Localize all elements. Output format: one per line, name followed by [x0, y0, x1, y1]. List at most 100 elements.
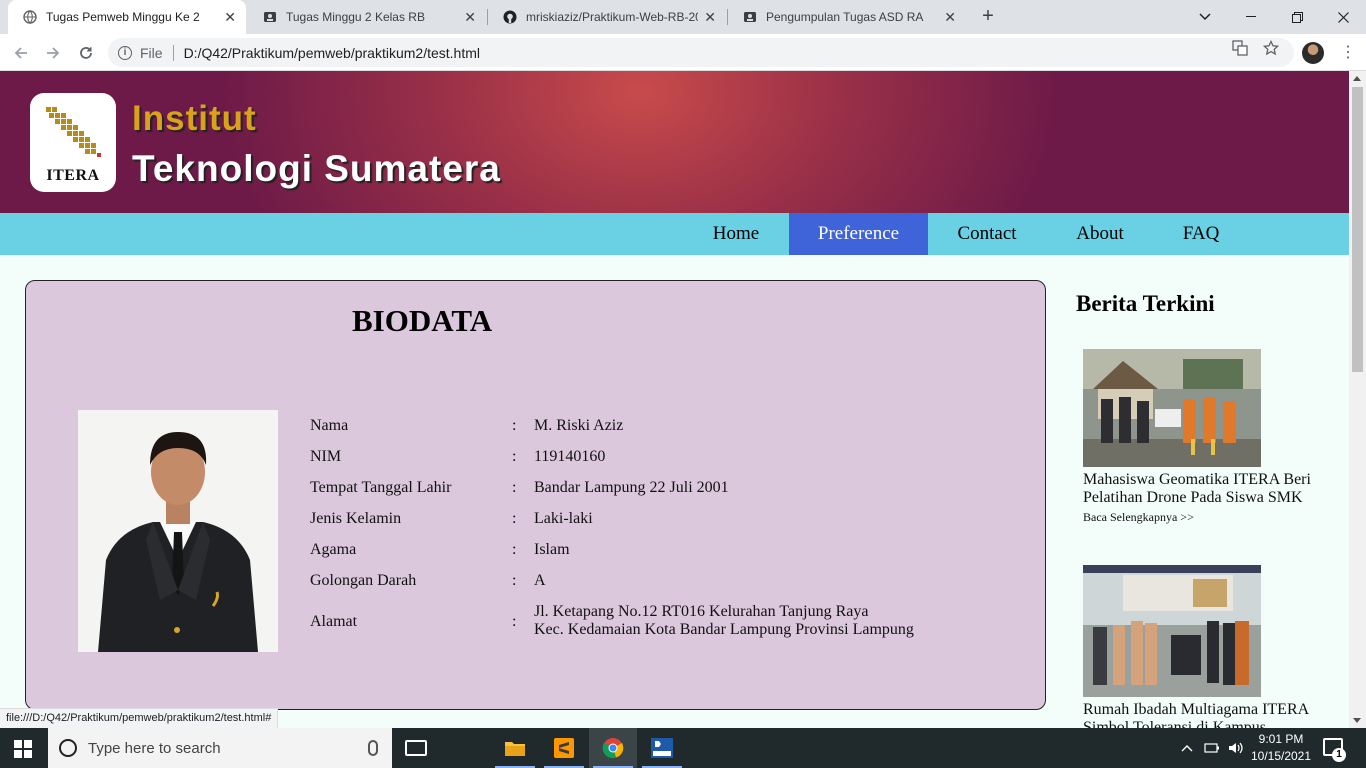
- site-header: ITERA Institut Teknologi Sumatera: [0, 71, 1349, 213]
- nav-preference[interactable]: Preference: [789, 213, 928, 255]
- logo-text: ITERA: [46, 167, 100, 184]
- sublime-text-icon[interactable]: [540, 728, 588, 768]
- biodata-card: BIODATA Nama : M. Riski Aziz NIM: 11914…: [25, 280, 1046, 710]
- tab-title: mriskiaziz/Praktikum-Web-RB-20: [526, 10, 699, 24]
- sumatra-island-icon: [46, 107, 101, 157]
- page-viewport: ITERA Institut Teknologi Sumatera Home P…: [0, 71, 1349, 728]
- bio-separator: :: [512, 613, 517, 630]
- news-sidebar-title: Berita Terkini: [1076, 291, 1215, 316]
- bookmark-star-icon[interactable]: [1262, 39, 1280, 60]
- address-bar[interactable]: i File D:/Q42/Praktikum/pemweb/praktikum…: [108, 38, 1294, 67]
- classroom-icon: [262, 9, 278, 25]
- status-bubble-url: file:///D:/Q42/Praktikum/pemweb/praktiku…: [0, 708, 279, 728]
- bio-separator: :: [512, 510, 517, 527]
- browser-tab-1[interactable]: Tugas Pemweb Minggu Ke 2 ✕: [8, 0, 246, 34]
- more-menu-icon[interactable]: ⋮: [1340, 42, 1356, 64]
- itera-logo[interactable]: ITERA: [30, 93, 116, 192]
- volume-icon[interactable]: [1228, 728, 1244, 768]
- file-explorer-icon[interactable]: [491, 728, 539, 768]
- news-image[interactable]: [1083, 349, 1261, 467]
- power-plug-icon[interactable]: [1204, 728, 1220, 768]
- chrome-icon[interactable]: [589, 728, 637, 768]
- news-item[interactable]: Mahasiswa Geomatika ITERA Beri Pelatihan…: [1083, 349, 1323, 525]
- notification-badge: 1: [1332, 748, 1346, 762]
- bio-label: Tempat Tanggal Lahir: [310, 479, 452, 496]
- system-clock[interactable]: 9:01 PM 10/15/2021: [1250, 731, 1312, 765]
- bio-separator: :: [512, 541, 517, 558]
- tab-title: Pengumpulan Tugas ASD RA: [766, 10, 924, 24]
- news-headline[interactable]: Mahasiswa Geomatika ITERA Beri Pelatihan…: [1083, 471, 1323, 507]
- minimize-button[interactable]: [1228, 0, 1274, 34]
- show-hidden-icons[interactable]: [1181, 728, 1193, 768]
- task-view-icon[interactable]: [405, 740, 427, 756]
- info-icon[interactable]: i: [118, 45, 132, 60]
- bio-separator: :: [512, 572, 517, 589]
- clock-time: 9:01 PM: [1258, 732, 1304, 746]
- bio-separator: :: [512, 479, 517, 496]
- clock-date: 10/15/2021: [1250, 749, 1312, 763]
- omnibox-separator: [172, 44, 174, 61]
- new-tab-button[interactable]: +: [976, 5, 1000, 29]
- bio-value: Bandar Lampung 22 Juli 2001: [534, 479, 729, 496]
- cortana-icon: [59, 739, 77, 757]
- scrollbar-thumb[interactable]: [1352, 87, 1363, 372]
- tab-title: Tugas Pemweb Minggu Ke 2: [46, 10, 200, 24]
- scroll-up-icon[interactable]: [1353, 76, 1361, 81]
- site-title-line1: Institut: [132, 99, 257, 138]
- profile-photo: [78, 410, 278, 652]
- bio-value: M. Riski Aziz: [534, 417, 624, 434]
- bio-value: Jl. Ketapang No.12 RT016 Kelurahan Tanju…: [534, 603, 954, 639]
- back-arrow-icon[interactable]: [10, 42, 32, 64]
- scheme-label: File: [140, 44, 163, 61]
- close-tab-icon[interactable]: ✕: [944, 9, 956, 26]
- browser-tab-strip: Tugas Pemweb Minggu Ke 2 ✕ Tugas Minggu …: [0, 0, 1366, 34]
- browser-tab-2[interactable]: Tugas Minggu 2 Kelas RB ✕: [248, 0, 486, 34]
- news-item[interactable]: Rumah Ibadah Multiagama ITERA Simbol Tol…: [1083, 565, 1323, 728]
- close-tab-icon[interactable]: ✕: [464, 9, 476, 26]
- bio-value: Islam: [534, 541, 570, 558]
- microphone-icon[interactable]: [368, 740, 378, 756]
- browser-tab-4[interactable]: Pengumpulan Tugas ASD RA ✕: [728, 0, 966, 34]
- nav-about[interactable]: About: [1060, 213, 1140, 255]
- bio-label: NIM: [310, 448, 342, 465]
- classroom-icon: [742, 9, 758, 25]
- news-headline[interactable]: Rumah Ibadah Multiagama ITERA Simbol Tol…: [1083, 701, 1323, 728]
- browser-toolbar: i File D:/Q42/Praktikum/pemweb/praktikum…: [0, 34, 1366, 71]
- close-tab-icon[interactable]: ✕: [224, 9, 236, 26]
- site-title-line2: Teknologi Sumatera: [132, 148, 501, 189]
- url-text[interactable]: D:/Q42/Praktikum/pemweb/praktikum2/test.…: [184, 45, 480, 61]
- tab-search-icon[interactable]: [1182, 0, 1228, 34]
- bio-label: Alamat: [310, 613, 358, 630]
- page-scrollbar[interactable]: [1349, 71, 1366, 728]
- bio-value: 119140160: [534, 448, 606, 465]
- restore-button[interactable]: [1274, 0, 1320, 34]
- tab-title: Tugas Minggu 2 Kelas RB: [286, 10, 425, 24]
- bio-value: A: [534, 572, 546, 589]
- close-window-button[interactable]: [1320, 0, 1366, 34]
- nav-faq[interactable]: FAQ: [1168, 213, 1234, 255]
- main-nav: Home Preference Contact About FAQ: [0, 213, 1349, 255]
- translate-icon[interactable]: [1232, 40, 1248, 60]
- bio-separator: :: [512, 417, 517, 434]
- biodata-heading: BIODATA: [352, 303, 493, 338]
- bio-label: Nama: [310, 417, 349, 434]
- forward-arrow-icon[interactable]: [42, 42, 64, 64]
- close-tab-icon[interactable]: ✕: [704, 9, 716, 26]
- globe-icon: [22, 9, 38, 25]
- profile-avatar[interactable]: [1302, 42, 1324, 64]
- bio-label: Golongan Darah: [310, 572, 417, 589]
- address-line-1: Jl. Ketapang No.12 RT016 Kelurahan Tanju…: [534, 603, 869, 620]
- reload-icon[interactable]: [75, 42, 97, 64]
- bio-label: Agama: [310, 541, 357, 558]
- windows-start-icon[interactable]: [14, 740, 32, 758]
- taskbar-search-box[interactable]: Type here to search: [48, 728, 392, 768]
- news-image[interactable]: [1083, 565, 1261, 697]
- browser-tab-3[interactable]: mriskiaziz/Praktikum-Web-RB-20 ✕: [488, 0, 726, 34]
- bio-value: Laki-laki: [534, 510, 593, 527]
- nav-contact[interactable]: Contact: [942, 213, 1032, 255]
- scroll-down-icon[interactable]: [1353, 718, 1361, 723]
- nav-home[interactable]: Home: [690, 213, 782, 255]
- devc-icon[interactable]: [638, 728, 686, 768]
- address-line-2: Kec. Kedamaian Kota Bandar Lampung Provi…: [534, 621, 914, 638]
- read-more-link[interactable]: Baca Selengkapnya >>: [1083, 510, 1323, 525]
